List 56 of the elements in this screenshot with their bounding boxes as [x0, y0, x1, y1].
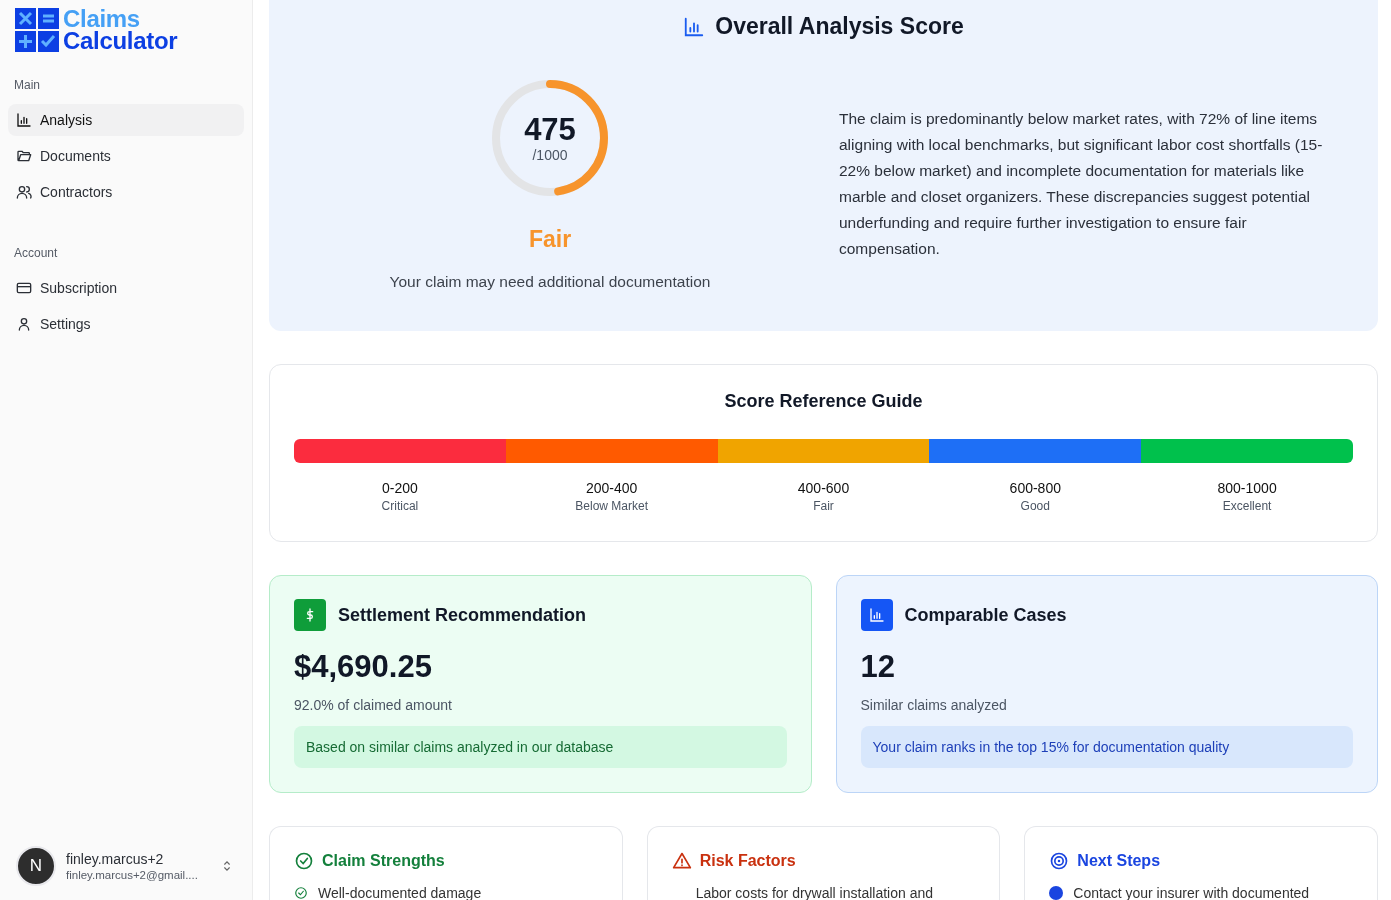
range-label: Below Market — [575, 499, 649, 513]
info-note: Based on similar claims analyzed in our database — [294, 726, 787, 768]
users-icon — [16, 184, 32, 200]
credit-card-icon — [16, 280, 32, 296]
folder-icon — [16, 148, 32, 164]
range-value: 400-600 — [797, 480, 850, 496]
card-title: Claim Strengths — [322, 852, 445, 870]
card-title: Score Reference Guide — [724, 391, 923, 412]
user-icon — [16, 316, 32, 332]
bar-chart-icon — [683, 15, 706, 38]
card-title: Settlement Recommendation — [338, 604, 587, 626]
score-max: /1000 — [532, 147, 568, 163]
range-label: Fair — [813, 499, 834, 513]
logo-text: Claims Calculator — [63, 8, 178, 52]
score-note: Your claim may need additional documentation — [389, 273, 711, 291]
list-item: Well-documented damage — [318, 885, 482, 900]
step-marker — [1049, 886, 1064, 900]
card-title: Comparable Cases — [904, 604, 1067, 626]
sidebar-item[interactable]: Settings — [8, 308, 244, 340]
user-menu[interactable]: N finley.marcus+2 finley.marcus+2@gmail.... — [0, 846, 252, 900]
sidebar-item[interactable]: Subscription — [8, 272, 244, 304]
section-title: Overall Analysis Score — [715, 13, 964, 40]
section-title: Main — [13, 78, 41, 94]
stat-value: $4,690.25 — [294, 649, 433, 685]
bar-chart-icon — [16, 112, 32, 128]
range-value: 0-200 — [382, 480, 418, 496]
stat-value: 12 — [860, 649, 896, 685]
sidebar-item[interactable]: Contractors — [8, 176, 244, 208]
range-label: Excellent — [1222, 499, 1272, 513]
target-icon — [1049, 851, 1070, 871]
section-title: Account — [13, 246, 59, 262]
score-summary: The claim is predominantly below market rates, with 72% of line items aligning with local benchmarks, but significant labor cost shortfalls (15-22% below market) and incomplete documentation for materials like marble and closet organizers. These discrepancies suggest potential underfunding and require further investigation to ensure fair compensation. — [839, 109, 1324, 259]
list-item: Contact your insurer with documented — [1073, 885, 1310, 900]
range-label: Good — [1020, 499, 1050, 513]
warning-icon — [671, 851, 692, 871]
score-value: 475 — [524, 113, 576, 147]
range-label: Critical — [381, 499, 419, 513]
check-circle-icon — [294, 851, 314, 871]
sidebar-item[interactable]: Analysis — [8, 104, 244, 136]
card-title: Risk Factors — [699, 852, 796, 870]
list-item: Labor costs for drywall installation and — [695, 885, 933, 900]
card-title: Next Steps — [1077, 852, 1161, 870]
user-email: finley.marcus+2@gmail.... — [66, 869, 199, 881]
check-circle-icon — [294, 886, 308, 900]
stat-caption: 92.0% of claimed amount — [294, 697, 453, 713]
info-note: Your claim ranks in the top 15% for documentation quality — [860, 726, 1353, 768]
avatar: N — [16, 846, 56, 886]
range-value: 800-1000 — [1217, 480, 1277, 496]
stat-caption: Similar claims analyzed — [860, 697, 1008, 713]
sidebar-item[interactable]: Documents — [8, 140, 244, 172]
range-value: 200-400 — [586, 480, 638, 496]
bar-chart-icon — [868, 607, 885, 623]
user-name: finley.marcus+2 — [66, 851, 165, 867]
range-value: 600-800 — [1009, 480, 1061, 496]
score-rating: Fair — [528, 226, 572, 253]
logo-icon — [15, 8, 59, 52]
